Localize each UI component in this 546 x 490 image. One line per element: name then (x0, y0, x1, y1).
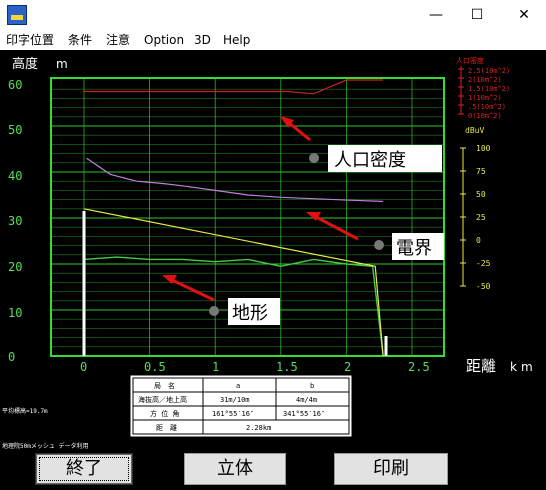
annotation-population: 人口密度 (280, 116, 442, 172)
y-axis-title: 高度 (12, 56, 38, 72)
field-strength-axis: dBuV 100 75 50 25 0 -25 -50 (460, 126, 491, 291)
population-series (84, 79, 384, 95)
annotation-field-label: 電界 (396, 238, 432, 259)
menu-help[interactable]: Help (223, 32, 250, 48)
average-height-note: 平均標高=19.7m (2, 407, 48, 415)
x-axis-unit: km (510, 360, 537, 374)
legend-item-1-5: 1.5(10m^2) (468, 85, 510, 93)
table-row-distance-label: 距 離 (156, 423, 177, 432)
action-bar: 終了 立体 印刷 (0, 450, 546, 490)
y-tick-labels: 60 50 40 30 20 10 0 (8, 78, 22, 364)
x-tick-0: 0 (80, 360, 87, 374)
y-axis-unit: m (56, 57, 68, 71)
table-row-distance-value: 2.28km (246, 424, 271, 432)
y-tick-10: 10 (8, 306, 22, 320)
table-header-a: a (236, 382, 240, 390)
menu-print-position[interactable]: 印字位置 (6, 32, 54, 48)
annotation-population-label: 人口密度 (334, 150, 406, 171)
print-button[interactable]: 印刷 (334, 453, 448, 485)
station-info-table: 局 名 a b 海抜高／地上高 31m/10m 4m/4m 方 位 角 161°… (129, 374, 353, 438)
field-tick-50: 50 (476, 190, 486, 199)
x-tick-1-5: 1.5 (276, 360, 298, 374)
field-tick-75: 75 (476, 167, 486, 176)
field-tick-0: 0 (476, 236, 481, 245)
title-bar: — ☐ ✕ (0, 0, 546, 30)
table-header-b: b (310, 382, 314, 390)
field-tick-neg25: -25 (476, 259, 491, 268)
close-button[interactable]: ✕ (504, 0, 544, 30)
table-row-height-label: 海抜高／地上高 (138, 395, 187, 404)
end-button[interactable]: 終了 (35, 453, 133, 485)
menu-notes[interactable]: 注意 (106, 32, 130, 48)
annotation-terrain-label: 地形 (232, 303, 268, 324)
population-legend: 人口密度 2.5(10m^2) 2(10m^2) 1.5(10m^2) 1(10… (456, 56, 510, 120)
table-row-height-b: 4m/4m (296, 396, 317, 404)
table-row-azimuth-label: 方 位 角 (150, 409, 179, 418)
y-tick-40: 40 (8, 169, 22, 183)
legend-item-1: 1(10m^2) (468, 94, 502, 102)
x-axis-title: 距離 (466, 357, 496, 375)
annotation-field: 電界 (306, 212, 444, 260)
population-legend-title: 人口密度 (456, 56, 484, 65)
table-row-height-a: 31m/10m (220, 396, 250, 404)
y-tick-50: 50 (8, 123, 22, 137)
minimize-button[interactable]: — (416, 0, 456, 30)
app-icon (7, 5, 27, 25)
field-axis-unit: dBuV (465, 126, 484, 135)
field-tick-25: 25 (476, 213, 486, 222)
profile-chart: 高度 m 60 50 40 30 20 10 0 0 0.5 1 1.5 2 2… (2, 56, 537, 450)
x-tick-2: 2 (344, 360, 351, 374)
legend-item-2-5: 2.5(10m^2) (468, 67, 510, 75)
y-tick-0: 0 (8, 350, 15, 364)
menu-conditions[interactable]: 条件 (68, 32, 92, 48)
data-source-note: 地理院50mメッシュ データ利用 (2, 442, 88, 450)
y-tick-20: 20 (8, 260, 22, 274)
x-tick-0-5: 0.5 (144, 360, 166, 374)
y-tick-60: 60 (8, 78, 22, 92)
legend-item-2: 2(10m^2) (468, 76, 502, 84)
menu-3d[interactable]: 3D (194, 32, 211, 48)
solid-view-button[interactable]: 立体 (184, 453, 286, 485)
legend-item-0: 0(10m^2) (468, 112, 502, 120)
field-tick-100: 100 (476, 144, 491, 153)
legend-item-0-5: .5(10m^2) (468, 103, 506, 111)
table-header-station: 局 名 (154, 381, 175, 390)
table-row-azimuth-a: 161°55′16″ (212, 410, 254, 418)
field-tick-neg50: -50 (476, 282, 491, 291)
x-tick-1: 1 (212, 360, 219, 374)
table-row-azimuth-b: 341°55′16″ (283, 410, 325, 418)
menu-bar: 印字位置 条件 注意 Option 3D Help (0, 30, 546, 50)
menu-option[interactable]: Option (144, 32, 184, 48)
x-tick-labels: 0 0.5 1 1.5 2 2.5 (80, 360, 430, 374)
x-tick-2-5: 2.5 (408, 360, 430, 374)
y-tick-30: 30 (8, 214, 22, 228)
maximize-button[interactable]: ☐ (457, 0, 497, 30)
